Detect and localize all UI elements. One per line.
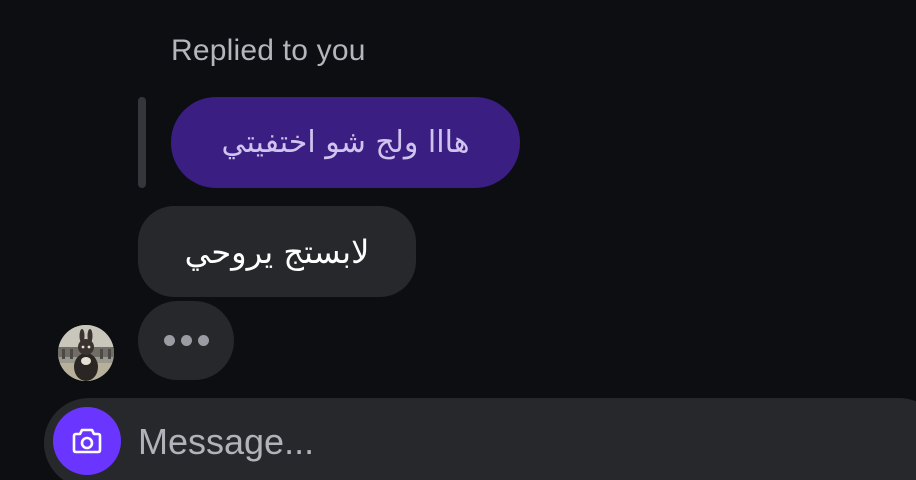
reply-caption: Replied to you (171, 34, 366, 67)
received-message-text: لابستج يروحي (184, 232, 370, 271)
avatar-image (58, 325, 114, 381)
camera-icon (72, 428, 102, 454)
typing-dot (163, 335, 175, 346)
replied-message-bubble[interactable]: هااا ولج شو اختفيتي (171, 97, 520, 188)
typing-dot (180, 335, 192, 346)
replied-message-text: هااا ولج شو اختفيتي (221, 125, 470, 160)
chat-screen: Replied to you هااا ولج شو اختفيتي لابست… (0, 0, 916, 480)
camera-button[interactable] (53, 407, 121, 475)
message-input[interactable] (138, 417, 878, 467)
received-message-bubble[interactable]: لابستج يروحي (138, 206, 416, 297)
typing-dot (197, 335, 209, 346)
reply-indicator-bar (138, 97, 146, 188)
avatar[interactable] (58, 325, 114, 381)
typing-indicator (138, 301, 234, 380)
